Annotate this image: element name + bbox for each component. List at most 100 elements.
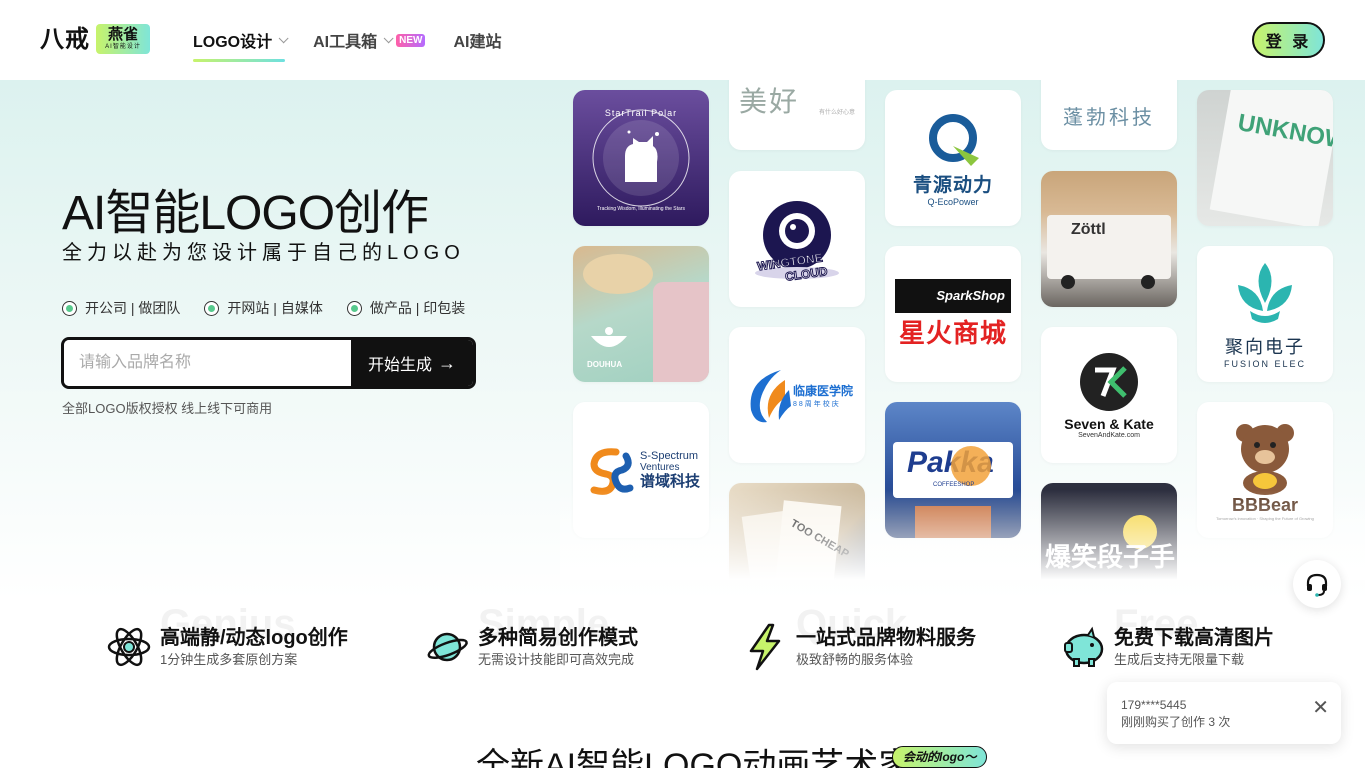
brand-badge: 燕雀 AI智能设计 — [96, 24, 150, 54]
startrail-ring-text: StarTrail Polar — [604, 108, 678, 118]
notification-message: 刚刚购买了创作 3 次 — [1121, 715, 1231, 729]
feature-strip: Genius Simple Quick Free 高端静/动态logo创作 1分… — [0, 600, 1365, 690]
nav-ai-website[interactable]: AI建站 — [453, 0, 501, 80]
pink-bag-shape — [653, 282, 709, 382]
sevenkate-name: Seven & Kate — [1064, 415, 1154, 432]
logo-tile-sparkshop[interactable]: SparkShop 星火商城 — [885, 246, 1021, 382]
bullet-dot-icon — [62, 300, 77, 316]
nav-logo-design[interactable]: LOGO设计 — [193, 0, 289, 80]
atom-icon — [106, 624, 152, 670]
close-icon[interactable]: ✕ — [1312, 698, 1329, 718]
logo-tile-bbbear[interactable]: BBBear Tomorrow's innovation · Shaping t… — [1197, 402, 1333, 538]
sparkshop-en: SparkShop — [936, 288, 1005, 303]
use-case-label: 开网站 | 自媒体 — [227, 300, 323, 316]
feature-desc: 1分钟生成多套原创方案 — [160, 652, 298, 667]
hero-subtitle: 全力以赴为您设计属于自己的LOGO — [62, 242, 465, 264]
tote-bag-shape — [1209, 90, 1333, 226]
nav-ai-toolbox[interactable]: AI工具箱 NEW — [313, 0, 426, 80]
feature-item: 一站式品牌物料服务 极致舒畅的服务体验 — [742, 623, 976, 671]
shop-door-shape — [915, 506, 991, 538]
logo-tile-linkang[interactable]: 临康医学院 88周年校庆 — [729, 327, 865, 463]
section-tag: 会动的logo～ — [892, 746, 988, 768]
use-case-chip: 做产品 | 印包装 — [346, 298, 466, 318]
feature-title: 免费下载高清图片 — [1114, 627, 1274, 649]
spectrum-cn: 谱域科技 — [639, 472, 700, 490]
chevron-down-icon — [383, 32, 394, 43]
food-plate-shape — [583, 254, 653, 294]
main-nav: LOGO设计 AI工具箱 NEW AI建站 — [193, 0, 530, 80]
spectrum-name: S-Spectrum — [639, 449, 699, 462]
use-case-chips: 开公司 | 做团队 开网站 | 自媒体 做产品 | 印包装 — [62, 298, 489, 318]
brand-badge-subtitle: AI智能设计 — [105, 44, 141, 50]
bear-mascot-icon — [1236, 424, 1294, 495]
bullet-dot-icon — [204, 300, 220, 316]
logo-tile-douhua[interactable]: DOUHUA — [573, 246, 709, 382]
logo-tile-startrail[interactable]: StarTrail Polar Tracking Wisdom, Illumin… — [573, 90, 709, 226]
brand-badge-title: 燕雀 — [107, 26, 138, 43]
logo-tile-spectrum[interactable]: S-Spectrum Ventures 谱域科技 — [573, 402, 709, 538]
bowl-icon — [591, 327, 627, 347]
sparkshop-banner: SparkShop — [895, 278, 1011, 313]
qingyuan-cn: 青源动力 — [912, 174, 993, 196]
logo-tile-meihao[interactable]: 美好 有什么好心意 — [729, 80, 865, 150]
sparkshop-cn: 星火商城 — [898, 317, 1007, 348]
linkang-swoosh-icon — [750, 370, 791, 423]
customer-support-button[interactable] — [1293, 560, 1341, 608]
use-case-label: 做产品 | 印包装 — [369, 300, 466, 316]
logo-tile-cheap[interactable]: TOO CHEAP — [729, 483, 865, 580]
qingyuan-en: Q-EcoPower — [927, 196, 979, 207]
use-case-chip: 开网站 | 自媒体 — [204, 298, 323, 318]
feature-desc: 生成后支持无限量下载 — [1114, 652, 1245, 667]
feature-title: 多种简易创作模式 — [478, 627, 638, 649]
logo-showcase-wall: StarTrail Polar Tracking Wisdom, Illumin… — [560, 80, 1365, 580]
new-badge: NEW — [396, 33, 426, 47]
sevenkate-7k-icon — [1080, 352, 1138, 411]
license-note: 全部LOGO版权授权 线上线下可商用 — [62, 401, 273, 416]
qingyuan-q-icon — [929, 113, 979, 166]
brand-search-box: 开始生成 → — [61, 337, 476, 389]
spectrum-s-icon — [590, 448, 634, 495]
brand-name-input[interactable] — [64, 340, 351, 386]
bbbear-name: BBBear — [1231, 495, 1299, 515]
site-logo[interactable]: 八戒 燕雀 AI智能设计 — [40, 24, 150, 54]
truck-wheel-shape — [1061, 275, 1075, 289]
planet-icon — [424, 624, 470, 670]
hero-title: AI智能LOGO创作 — [62, 187, 429, 240]
notification-user: 179****5445 — [1121, 698, 1187, 712]
logo-tile-sevenkate[interactable]: Seven & Kate SevenAndKate.com — [1041, 327, 1177, 463]
piggy-bank-icon — [1060, 624, 1106, 670]
use-case-label: 开公司 | 做团队 — [85, 300, 181, 316]
brand-name: 八戒 — [40, 24, 90, 53]
feature-item: 多种简易创作模式 无需设计技能即可高效完成 — [424, 624, 638, 670]
use-case-chip: 开公司 | 做团队 — [62, 298, 180, 318]
feature-item: 高端静/动态logo创作 1分钟生成多套原创方案 — [106, 624, 348, 670]
logo-tile-wingtone[interactable]: WINGTONE CLOUD — [729, 171, 865, 307]
logo-tile-pakka[interactable]: Pakka COFFEESHOP — [885, 402, 1021, 538]
start-generate-button[interactable]: 开始生成 → — [351, 340, 473, 386]
logo-tile-bag[interactable]: UNKNOWN — [1197, 90, 1333, 226]
logo-tile-zottl[interactable]: Zöttl — [1041, 171, 1177, 307]
purchase-notification: 179****5445 刚刚购买了创作 3 次 ✕ — [1107, 682, 1341, 744]
logo-tile-qingyuan[interactable]: 青源动力 Q-EcoPower — [885, 90, 1021, 226]
douhua-label: DOUHUA — [587, 360, 623, 369]
meihao-text: 美好 — [739, 85, 800, 118]
spectrum-name2: Ventures — [639, 461, 680, 473]
bbbear-sub: Tomorrow's innovation · Shaping the Futu… — [1216, 516, 1314, 521]
linkang-sub: 88周年校庆 — [792, 400, 841, 408]
login-button[interactable]: 登 录 — [1252, 22, 1325, 58]
section-heading: 全新AI智能LOGO动画艺术家 — [476, 747, 913, 768]
pengbo-cn: 蓬勃科技 — [1063, 107, 1155, 129]
feature-desc: 无需设计技能即可高效完成 — [478, 652, 635, 667]
feature-title: 高端静/动态logo创作 — [160, 627, 348, 649]
fusion-cn: 聚向电子 — [1225, 337, 1305, 357]
truck-wheel-shape — [1141, 275, 1155, 289]
nav-logo-design-label: LOGO设计 — [193, 34, 273, 51]
chevron-down-icon — [278, 32, 289, 43]
logo-tile-pengbo[interactable]: 蓬勃科技 — [1041, 80, 1177, 150]
meihao-small: 有什么好心意 — [818, 110, 855, 116]
top-header: 八戒 燕雀 AI智能设计 LOGO设计 AI工具箱 NEW AI建站 登 录 — [0, 0, 1365, 80]
start-generate-label: 开始生成 — [367, 357, 432, 374]
headset-icon — [1306, 573, 1328, 597]
logo-tile-baoxiao[interactable]: 爆笑段子手 — [1041, 483, 1177, 580]
logo-tile-fusion[interactable]: 聚向电子 FUSION ELEC — [1197, 246, 1333, 382]
